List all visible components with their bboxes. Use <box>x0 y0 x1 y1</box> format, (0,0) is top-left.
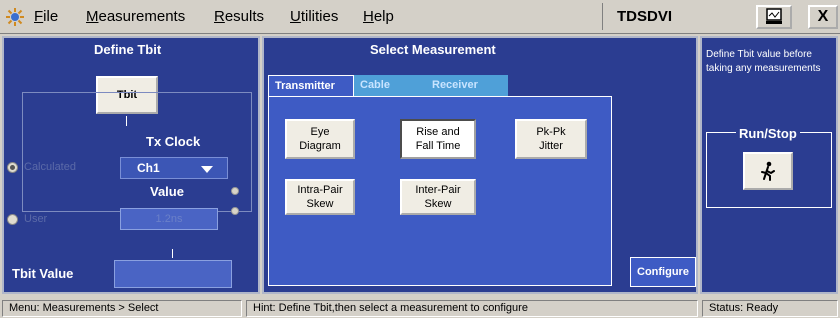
channel-dropdown[interactable]: Ch1 <box>120 157 228 179</box>
menu-results[interactable]: Results <box>214 8 264 25</box>
inter-pair-line2: Skew <box>424 198 452 210</box>
chevron-down-icon <box>201 166 213 173</box>
tx-clock-group <box>22 92 252 212</box>
pkpk-jitter-button[interactable]: Pk-Pk Jitter <box>515 119 587 159</box>
value-heading: Value <box>150 184 184 199</box>
calculated-radio[interactable] <box>7 162 18 173</box>
app-title: TDSDVI <box>602 3 724 30</box>
define-tbit-heading: Define Tbit <box>94 42 162 57</box>
tab-cable[interactable]: Cable <box>354 75 426 97</box>
pkpk-jitter-line1: Pk-Pk <box>536 126 566 138</box>
eye-diagram-line2: Diagram <box>299 140 341 152</box>
configure-button[interactable]: Configure <box>630 257 696 287</box>
intra-pair-line2: Skew <box>306 198 334 210</box>
rise-fall-line1: Rise and <box>416 126 460 138</box>
calculated-label: Calculated <box>24 161 76 173</box>
running-man-icon <box>761 161 775 181</box>
status-bar: Menu: Measurements > Select Hint: Define… <box>0 298 840 318</box>
channel-value: Ch1 <box>137 161 160 175</box>
connector-line-2 <box>172 249 173 258</box>
menu-measurements[interactable]: Measurements <box>86 8 185 25</box>
tab-receiver[interactable]: Receiver <box>426 75 508 97</box>
menu-help[interactable]: Help <box>363 8 394 25</box>
close-button[interactable]: X <box>808 5 838 29</box>
value-knob-selector[interactable] <box>231 207 239 215</box>
inter-pair-line1: Inter-Pair <box>415 184 461 196</box>
hint-text: Define Tbit value before taking any meas… <box>706 49 821 74</box>
user-value-field[interactable]: 1.2ns <box>120 208 218 230</box>
app-logo-icon <box>6 8 24 26</box>
tbit-value-label: Tbit Value <box>12 266 74 281</box>
minimize-app-button[interactable] <box>756 5 792 29</box>
menu-utilities[interactable]: Utilities <box>290 8 338 25</box>
eye-diagram-line1: Eye <box>310 126 330 138</box>
status-menu-path: Menu: Measurements > Select <box>2 300 242 317</box>
intra-pair-line1: Intra-Pair <box>297 184 343 196</box>
monitor-icon <box>766 8 782 24</box>
runstop-heading: Run/Stop <box>736 126 800 141</box>
intra-pair-skew-button[interactable]: Intra-Pair Skew <box>285 179 355 215</box>
runstop-button[interactable] <box>743 152 793 190</box>
tx-clock-heading: Tx Clock <box>146 134 201 149</box>
eye-diagram-button[interactable]: Eye Diagram <box>285 119 355 159</box>
inter-pair-skew-button[interactable]: Inter-Pair Skew <box>400 179 476 215</box>
value-knob-indicator <box>231 187 239 195</box>
user-radio[interactable] <box>7 214 18 225</box>
tab-transmitter[interactable]: Transmitter <box>268 75 354 97</box>
user-label: User <box>24 213 48 225</box>
status-hint: Hint: Define Tbit,then select a measurem… <box>246 300 698 317</box>
pkpk-jitter-line2: Jitter <box>539 140 563 152</box>
select-measurement-heading: Select Measurement <box>370 42 496 57</box>
rise-fall-time-button[interactable]: Rise and Fall Time <box>400 119 476 159</box>
tbit-value-field <box>114 260 232 288</box>
menu-file[interactable]: File <box>34 8 58 25</box>
menu-bar: File Measurements Results Utilities Help… <box>0 0 840 34</box>
status-ready: Status: Ready <box>702 300 838 317</box>
rise-fall-line2: Fall Time <box>415 140 461 152</box>
